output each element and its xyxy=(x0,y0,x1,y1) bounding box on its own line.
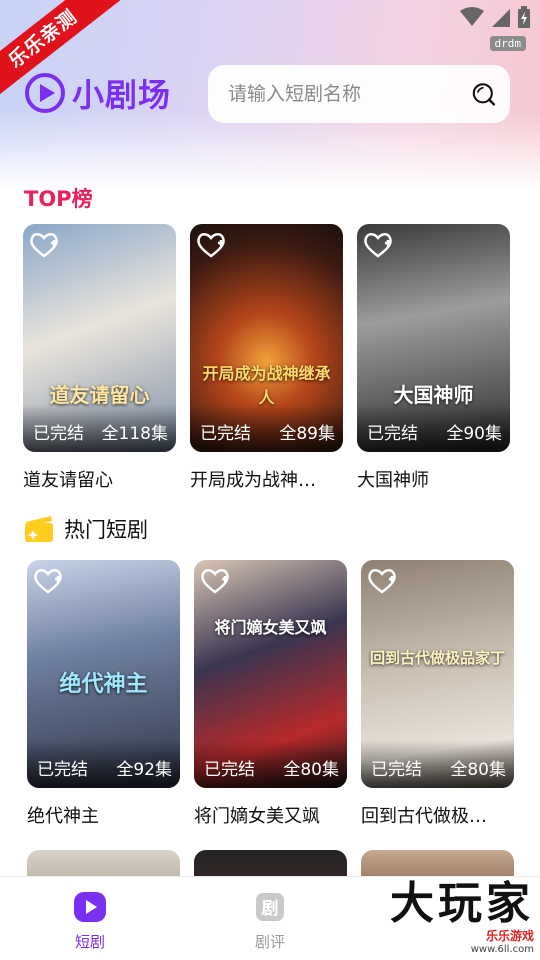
status-label: 已完结 xyxy=(371,760,422,780)
top-section-title: TOP榜 xyxy=(24,187,93,211)
status-label: 已完结 xyxy=(367,424,418,444)
poster[interactable]: 开局成为战神继承人 已完结 全89集 xyxy=(190,224,343,452)
status-label: 已完结 xyxy=(200,424,251,444)
play-icon xyxy=(74,892,106,922)
poster-meta: 已完结 全118集 xyxy=(33,419,168,444)
favorite-heart-icon[interactable] xyxy=(361,228,395,262)
poster-caption: 绝代神主 xyxy=(59,671,148,697)
poster[interactable]: 道友请留心 已完结 全118集 xyxy=(23,224,176,452)
favorite-heart-icon[interactable] xyxy=(365,564,399,598)
episodes-label: 全80集 xyxy=(283,760,339,780)
svg-text:剧: 剧 xyxy=(262,899,279,919)
ribbon-text: 乐乐亲测 xyxy=(0,0,121,105)
poster-caption: 回到古代做极品家丁 xyxy=(369,649,505,667)
search-bar[interactable] xyxy=(208,65,510,123)
drama-card[interactable]: 将门嫡女美又飒 已完结 全80集 将门嫡女美又飒 xyxy=(194,560,347,828)
drama-card[interactable]: 道友请留心 已完结 全118集 道友请留心 xyxy=(23,224,176,492)
poster-meta: 已完结 全89集 xyxy=(200,419,335,444)
poster-meta: 已完结 全92集 xyxy=(37,755,172,780)
nav-label: 剧评 xyxy=(254,933,285,951)
drama-card[interactable]: 回到古代做极品家丁 已完结 全80集 回到古代做极… xyxy=(361,560,514,828)
poster[interactable]: 将门嫡女美又飒 已完结 全80集 xyxy=(194,560,347,788)
episodes-label: 全92集 xyxy=(116,760,172,780)
site-watermark: 大玩家 乐乐游戏 www.6ll.com xyxy=(360,876,540,960)
episodes-label: 全90集 xyxy=(446,424,502,444)
poster-meta: 已完结 全80集 xyxy=(371,755,506,780)
status-label: 已完结 xyxy=(204,760,255,780)
episodes-label: 全118集 xyxy=(101,424,168,444)
favorite-heart-icon[interactable] xyxy=(31,564,65,598)
favorite-heart-icon[interactable] xyxy=(27,228,61,262)
poster[interactable]: 大国神师 已完结 全90集 xyxy=(357,224,510,452)
card-title: 道友请留心 xyxy=(23,470,113,491)
status-label: 已完结 xyxy=(37,760,88,780)
hot-section-title: 热门短剧 xyxy=(24,514,148,544)
card-title: 将门嫡女美又飒 xyxy=(194,806,320,827)
drama-card[interactable]: 绝代神主 已完结 全92集 绝代神主 xyxy=(27,560,180,828)
nav-item-reviews[interactable]: 剧 剧评 xyxy=(230,891,310,952)
episodes-label: 全89集 xyxy=(279,424,335,444)
clapperboard-icon xyxy=(25,516,53,542)
corner-ribbon: 乐乐亲测 xyxy=(0,0,140,110)
watermark-sub: 乐乐游戏 xyxy=(485,929,534,943)
status-badge: drdm xyxy=(489,36,526,51)
signal-icon xyxy=(492,9,510,27)
status-label: 已完结 xyxy=(33,424,84,444)
nav-label: 短剧 xyxy=(74,933,105,951)
search-icon[interactable] xyxy=(471,76,496,112)
battery-icon xyxy=(518,6,530,28)
nav-item-shorts[interactable]: 短剧 xyxy=(50,891,130,952)
episodes-label: 全80集 xyxy=(450,760,506,780)
watermark-main: 大玩家 xyxy=(390,878,534,929)
poster-caption: 将门嫡女美又飒 xyxy=(214,618,327,637)
card-title: 回到古代做极… xyxy=(361,806,487,827)
poster-meta: 已完结 全90集 xyxy=(367,419,502,444)
review-icon: 剧 xyxy=(256,893,284,921)
card-title: 开局成为战神… xyxy=(190,470,316,491)
drama-card[interactable]: 大国神师 已完结 全90集 大国神师 xyxy=(357,224,510,492)
card-title: 绝代神主 xyxy=(27,806,99,827)
watermark-url: www.6ll.com xyxy=(470,944,534,955)
favorite-heart-icon[interactable] xyxy=(194,228,228,262)
hot-section-label: 热门短剧 xyxy=(64,518,148,542)
search-input[interactable] xyxy=(228,83,471,105)
poster[interactable]: 回到古代做极品家丁 已完结 全80集 xyxy=(361,560,514,788)
poster-meta: 已完结 全80集 xyxy=(204,755,339,780)
card-title: 大国神师 xyxy=(357,470,429,491)
poster-caption: 开局成为战神继承人 xyxy=(202,364,331,407)
favorite-heart-icon[interactable] xyxy=(198,564,232,598)
drama-card[interactable]: 开局成为战神继承人 已完结 全89集 开局成为战神… xyxy=(190,224,343,492)
wifi-icon xyxy=(460,7,484,26)
poster[interactable]: 绝代神主 已完结 全92集 xyxy=(27,560,180,788)
status-bar xyxy=(460,6,530,28)
